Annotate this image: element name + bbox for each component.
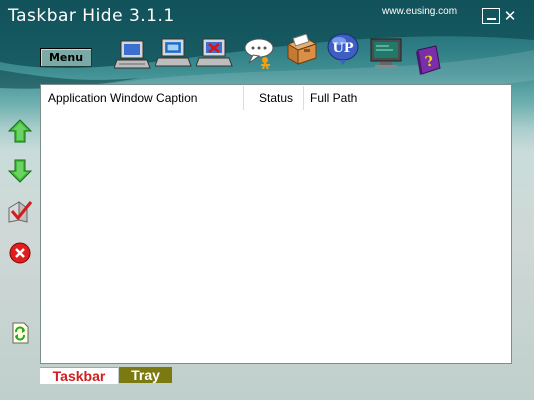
website-link[interactable]: www.eusing.com	[382, 6, 457, 17]
close-window-icon	[195, 38, 233, 67]
screen-button[interactable]	[367, 36, 405, 70]
show-window-icon	[113, 40, 151, 69]
screen-icon	[370, 38, 402, 68]
minimize-button[interactable]	[482, 8, 500, 24]
arrow-down-icon	[7, 159, 33, 183]
refresh-button[interactable]	[7, 320, 33, 346]
file-cabinet-icon	[286, 33, 318, 65]
chat-icon	[244, 38, 274, 70]
apply-button[interactable]	[7, 198, 33, 224]
file-cabinet-button[interactable]	[282, 33, 320, 68]
chat-button[interactable]	[239, 36, 277, 70]
move-down-button[interactable]	[7, 158, 33, 184]
tab-taskbar[interactable]: Taskbar	[40, 367, 118, 384]
column-header-status[interactable]: Status	[244, 86, 304, 110]
show-window-button[interactable]	[113, 38, 152, 72]
list-header: Application Window Caption Status Full P…	[42, 86, 510, 110]
svg-text:UP: UP	[332, 41, 353, 56]
checkmark-icon	[8, 201, 33, 223]
menu-button[interactable]: Menu	[40, 48, 92, 67]
window-list[interactable]: Application Window Caption Status Full P…	[40, 84, 512, 364]
column-header-path[interactable]: Full Path	[304, 86, 510, 110]
update-button[interactable]: UP	[324, 32, 362, 66]
move-up-button[interactable]	[7, 118, 33, 144]
refresh-icon	[12, 322, 29, 344]
delete-button[interactable]	[7, 240, 33, 266]
arrow-up-icon	[7, 119, 33, 143]
minimize-icon	[486, 18, 496, 20]
close-window-button[interactable]	[195, 36, 234, 70]
hide-window-icon	[154, 38, 192, 67]
tab-tray[interactable]: Tray	[119, 367, 172, 383]
hide-window-button[interactable]	[154, 36, 193, 70]
close-button[interactable]: ✕	[501, 7, 519, 25]
app-title: Taskbar Hide 3.1.1	[8, 6, 175, 26]
delete-icon	[9, 242, 31, 264]
column-header-caption[interactable]: Application Window Caption	[42, 86, 244, 110]
help-button[interactable]: ?	[410, 44, 448, 78]
update-icon: UP	[327, 33, 359, 65]
help-book-icon: ?	[416, 45, 441, 75]
